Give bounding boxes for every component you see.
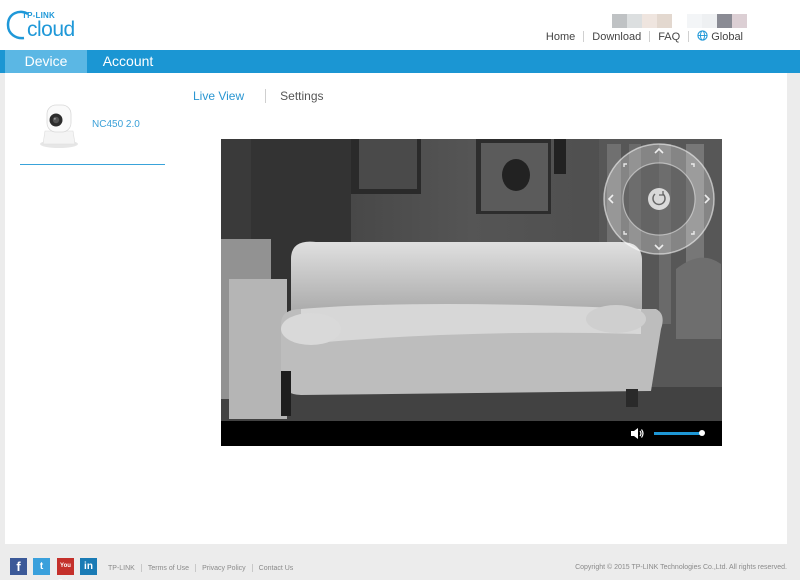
tab-device[interactable]: Device <box>5 50 87 73</box>
camera-thumbnail <box>40 104 78 148</box>
globe-icon <box>697 30 708 41</box>
tab-account[interactable]: Account <box>88 50 168 73</box>
ptz-right-button[interactable] <box>697 187 715 211</box>
ptz-reset-button[interactable] <box>647 187 671 211</box>
ptz-up-button[interactable] <box>647 143 671 161</box>
contact-us-link[interactable]: Contact Us <box>253 565 300 572</box>
color-swatch <box>612 14 627 28</box>
tplink-link[interactable]: TP-LINK <box>102 565 141 572</box>
volume-slider[interactable] <box>654 432 703 435</box>
faq-link[interactable]: FAQ <box>650 31 688 43</box>
privacy-policy-link[interactable]: Privacy Policy <box>196 565 252 572</box>
copyright-text: Copyright © 2015 TP-LINK Technologies Co… <box>575 564 787 571</box>
linkedin-icon[interactable]: in <box>80 558 97 575</box>
view-tabs: Live View Settings <box>193 88 324 104</box>
terms-of-use-link[interactable]: Terms of Use <box>142 565 195 572</box>
volume-slider-handle[interactable] <box>699 430 706 436</box>
header: TP-LINK cloud Home Download FAQ Global <box>0 0 800 50</box>
tp-link-cloud-logo[interactable]: TP-LINK cloud <box>6 8 86 44</box>
footer: f t You Tube in TP-LINK Terms of Use Pri… <box>0 555 800 580</box>
color-swatch <box>717 14 732 28</box>
volume-icon[interactable] <box>630 427 644 440</box>
tab-live-view[interactable]: Live View <box>193 89 244 103</box>
ptz-down-button[interactable] <box>647 237 671 255</box>
divider <box>265 89 267 103</box>
logo-product-text: cloud <box>27 18 75 41</box>
color-swatch <box>702 14 717 28</box>
color-swatch <box>642 14 657 28</box>
tab-settings[interactable]: Settings <box>280 89 323 103</box>
color-swatch <box>687 14 702 28</box>
color-swatch <box>657 14 672 28</box>
facebook-icon[interactable]: f <box>10 558 27 575</box>
top-links: Home Download FAQ Global <box>538 30 751 43</box>
device-name: NC450 2.0 <box>92 119 140 130</box>
download-link[interactable]: Download <box>584 31 649 43</box>
main-panel: NC450 2.0 Live View Settings <box>5 73 787 544</box>
home-link[interactable]: Home <box>538 31 583 43</box>
color-swatches <box>612 14 747 28</box>
color-swatch <box>627 14 642 28</box>
color-swatch <box>672 14 687 28</box>
ptz-left-button[interactable] <box>603 187 621 211</box>
live-video-player[interactable] <box>221 139 722 446</box>
global-link[interactable]: Global <box>689 30 751 43</box>
twitter-icon[interactable]: t <box>33 558 50 575</box>
youtube-icon[interactable]: You Tube <box>57 558 74 575</box>
player-controls <box>221 421 722 446</box>
device-list-item[interactable]: NC450 2.0 <box>20 93 165 165</box>
footer-links: TP-LINK Terms of Use Privacy Policy Cont… <box>102 564 299 572</box>
global-link-label: Global <box>711 31 743 43</box>
color-swatch <box>732 14 747 28</box>
main-nav: Device Account <box>0 50 800 73</box>
